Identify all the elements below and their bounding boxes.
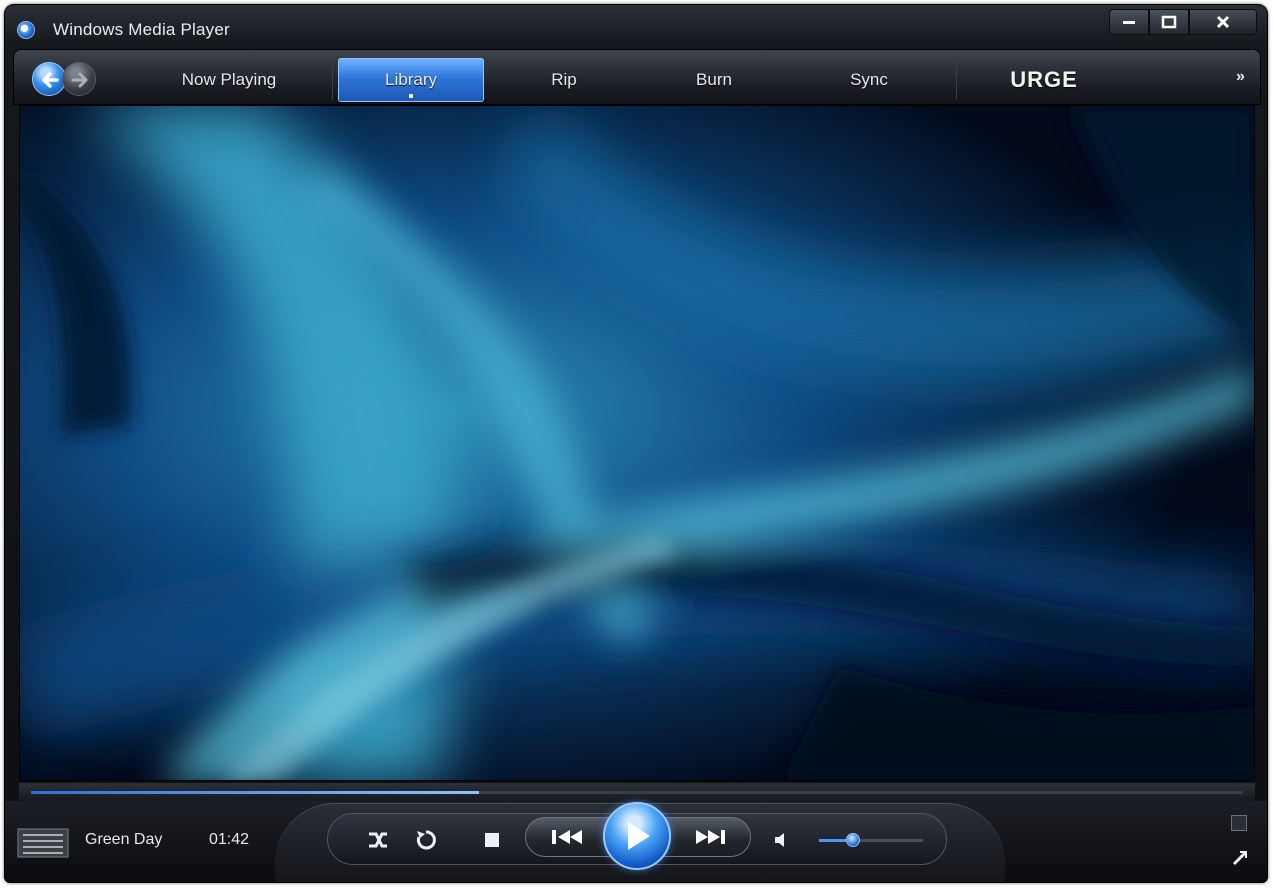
album-art-icon [17, 828, 69, 858]
previous-button[interactable] [543, 823, 593, 851]
minimize-button[interactable] [1109, 9, 1149, 35]
tab-now-playing[interactable]: Now Playing [134, 58, 324, 102]
next-button[interactable] [685, 823, 735, 851]
tab-burn[interactable]: Burn [644, 58, 784, 102]
maximize-icon [1161, 15, 1177, 29]
tab-label: Burn [696, 70, 732, 89]
minimize-icon [1123, 21, 1135, 24]
visualization-area [19, 105, 1255, 781]
urge-logo: URGE [1010, 67, 1078, 92]
tab-label: Library [385, 70, 437, 89]
media-player-window: Windows Media Player Now Playing Library… [4, 4, 1268, 883]
tab-label: Sync [850, 70, 888, 89]
media-player-logo-icon [17, 21, 35, 39]
elapsed-time: 01:42 [209, 831, 250, 848]
now-playing-track: Green Day [85, 831, 163, 848]
seek-progress [31, 791, 480, 794]
next-icon [696, 830, 725, 844]
seek-bar-container [19, 783, 1255, 801]
more-tabs-button[interactable]: » [1236, 68, 1245, 86]
play-icon [628, 822, 650, 850]
full-screen-icon[interactable] [1231, 815, 1247, 831]
speaker-icon [775, 833, 784, 847]
tab-sync[interactable]: Sync [799, 58, 939, 102]
tab-separator [332, 62, 333, 100]
forward-arrow-icon [71, 72, 88, 88]
close-icon [1216, 15, 1230, 29]
repeat-icon [416, 830, 436, 850]
volume-slider[interactable] [819, 833, 923, 847]
repeat-button[interactable] [413, 827, 439, 853]
back-button[interactable] [32, 62, 66, 96]
shuffle-button[interactable] [365, 827, 391, 853]
tab-separator [956, 62, 957, 100]
seek-bar[interactable] [31, 791, 1243, 794]
stop-icon [485, 833, 499, 847]
shuffle-icon [369, 832, 387, 848]
tab-label: Now Playing [181, 70, 277, 89]
active-tab-indicator [409, 94, 413, 98]
aurora-visualization [20, 106, 1254, 780]
back-arrow-icon [42, 72, 59, 88]
tab-rip[interactable]: Rip [494, 58, 634, 102]
playback-controls-bar: Green Day 01:42 [5, 801, 1267, 882]
maximize-button[interactable] [1149, 9, 1189, 35]
tab-urge[interactable]: URGE [974, 58, 1114, 102]
close-button[interactable] [1189, 9, 1257, 35]
mini-mode-icon[interactable] [1231, 849, 1249, 867]
play-button[interactable] [603, 802, 671, 870]
window-title: Windows Media Player [53, 20, 230, 39]
tab-library[interactable]: Library [338, 58, 484, 102]
forward-button[interactable] [62, 62, 96, 96]
tab-label: Rip [551, 70, 577, 89]
navigation-bar: Now Playing Library Rip Burn Sync URGE » [13, 49, 1261, 105]
mute-button[interactable] [769, 827, 795, 853]
stop-button[interactable] [481, 829, 503, 851]
previous-icon [552, 830, 582, 844]
title-bar: Windows Media Player [5, 5, 1267, 49]
